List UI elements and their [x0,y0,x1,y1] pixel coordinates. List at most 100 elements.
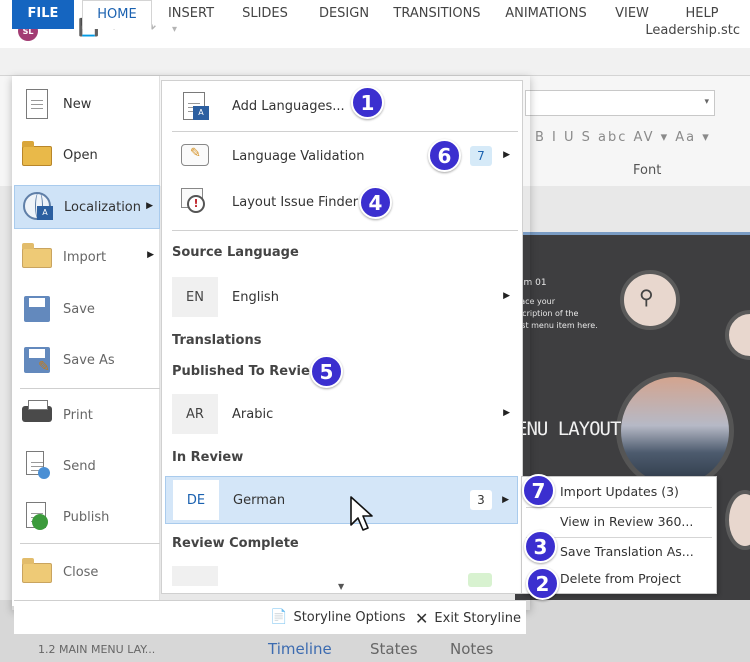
nav-publish[interactable]: Publish [14,495,160,539]
tab-home[interactable]: HOME [82,0,152,29]
add-languages-label: Add Languages... [232,98,345,114]
callout-3: 3 [524,530,557,563]
callout-5: 5 [310,355,343,388]
callout-1: 1 [351,86,384,119]
nav-save-as[interactable]: ✎ Save As [14,338,160,382]
exit-storyline-label: Exit Storyline [434,611,521,626]
nav-open-label: Open [63,147,98,163]
save-as-icon: ✎ [20,343,54,377]
layout-issue-finder-icon: ! [179,186,211,218]
nav-save-as-label: Save As [63,352,115,368]
nav-print-label: Print [63,407,93,423]
chevron-down-icon: ▾ [704,97,709,107]
nav-new[interactable]: New [14,82,160,126]
tab-help[interactable]: HELP [674,0,730,28]
chevron-right-icon: ▶ [147,250,154,260]
tab-notes[interactable]: Notes [450,640,493,658]
nav-publish-label: Publish [63,509,110,525]
tab-transitions[interactable]: TRANSITIONS [388,0,486,28]
chevron-right-icon: ▶ [146,201,153,211]
nav-print[interactable]: Print [14,393,160,437]
review-complete-code-partial [172,566,218,586]
chevron-right-icon: ▶ [503,291,510,301]
callout-4: 4 [359,186,392,219]
chevron-right-icon: ▶ [502,495,509,505]
import-folder-icon [20,240,54,274]
language-validation-label: Language Validation [232,148,365,164]
nav-open[interactable]: Open [14,133,160,177]
exit-storyline-button[interactable]: ✕ Exit Storyline [415,609,521,628]
folder-icon [20,138,54,172]
published-to-review-heading: Published To Review [172,364,322,379]
nav-send-label: Send [63,458,96,474]
callout-7: 7 [522,474,555,507]
submenu-separator [526,507,712,508]
mountain-photo-circle [616,372,734,490]
in-review-language-name: German [233,492,286,508]
tab-insert[interactable]: INSERT [160,0,222,28]
published-language-name: Arabic [232,406,274,422]
tab-states[interactable]: States [370,640,418,658]
nav-save-label: Save [63,301,95,317]
slide-heading: ENU LAYOUT [516,418,621,440]
tab-slides[interactable]: SLIDES [232,0,298,28]
storyline-options-label: Storyline Options [293,609,406,625]
mouse-cursor-icon [350,496,373,531]
font-size-dropdown[interactable]: ▾ [525,90,715,116]
review-complete-badge-partial [468,573,492,587]
options-document-icon: 📄 [270,609,288,625]
delete-from-project-item[interactable]: Delete from Project [560,571,681,586]
nav-send[interactable]: Send [14,444,160,488]
validation-count-badge: 7 [470,146,492,166]
nav-close-label: Close [63,564,99,580]
tab-file[interactable]: FILE [12,0,74,29]
nav-localization[interactable]: A Localization ▶ [14,185,160,229]
nav-import-label: Import [63,249,107,265]
close-folder-icon [20,555,54,589]
import-updates-item[interactable]: Import Updates (3) [560,484,679,499]
in-review-language-row[interactable]: DE German 3 ▶ [165,476,518,524]
printer-icon [20,398,54,432]
save-translation-item[interactable]: Save Translation As... [560,544,694,559]
callout-2: 2 [526,567,559,600]
source-language-row[interactable]: EN English ▶ [165,274,518,320]
view-in-review-item[interactable]: View in Review 360... [560,514,693,529]
panel-separator [172,230,518,231]
tab-timeline[interactable]: Timeline [268,640,332,658]
tab-design[interactable]: DESIGN [308,0,380,28]
add-languages-icon: A [179,90,211,122]
nav-close[interactable]: Close [14,550,160,594]
scroll-down-icon[interactable]: ▼ [338,582,344,591]
lightbulb-circle-icon: ⚲ [620,270,680,330]
storyline-options-button[interactable]: 📄 Storyline Options [270,609,406,625]
review-complete-heading: Review Complete [172,536,299,551]
globe-localization-icon: A [21,190,55,224]
publish-icon [20,500,54,534]
language-validation-button[interactable]: ✎ Language Validation 7 ▶ [162,132,518,180]
nav-save[interactable]: Save [14,287,160,331]
tab-view[interactable]: VIEW [606,0,658,28]
layout-issue-finder-label: Layout Issue Finder [232,194,359,210]
layout-issue-finder-button[interactable]: ! Layout Issue Finder [162,178,518,226]
close-icon: ✕ [415,609,429,628]
send-icon [20,449,54,483]
chevron-right-icon: ▶ [503,150,510,160]
font-group-label: Font [633,163,662,178]
font-format-buttons[interactable]: B I U S abc AV ▾ Aa ▾ [535,130,711,145]
in-review-language-code: DE [173,480,219,520]
save-disk-icon [20,292,54,326]
add-languages-button[interactable]: A Add Languages... [162,82,518,130]
source-language-code: EN [172,277,218,317]
translations-heading: Translations [172,333,262,348]
tab-animations[interactable]: ANIMATIONS [498,0,594,28]
callout-6: 6 [428,139,461,172]
ribbon-tab-bar [0,48,750,76]
nav-new-label: New [63,96,92,112]
nav-separator [20,543,160,544]
source-language-heading: Source Language [172,245,299,260]
nav-import[interactable]: Import ▶ [14,235,160,279]
new-document-icon [20,87,54,121]
chevron-right-icon: ▶ [503,408,510,418]
published-language-row[interactable]: AR Arabic ▶ [165,391,518,437]
nav-localization-label: Localization [64,199,141,215]
